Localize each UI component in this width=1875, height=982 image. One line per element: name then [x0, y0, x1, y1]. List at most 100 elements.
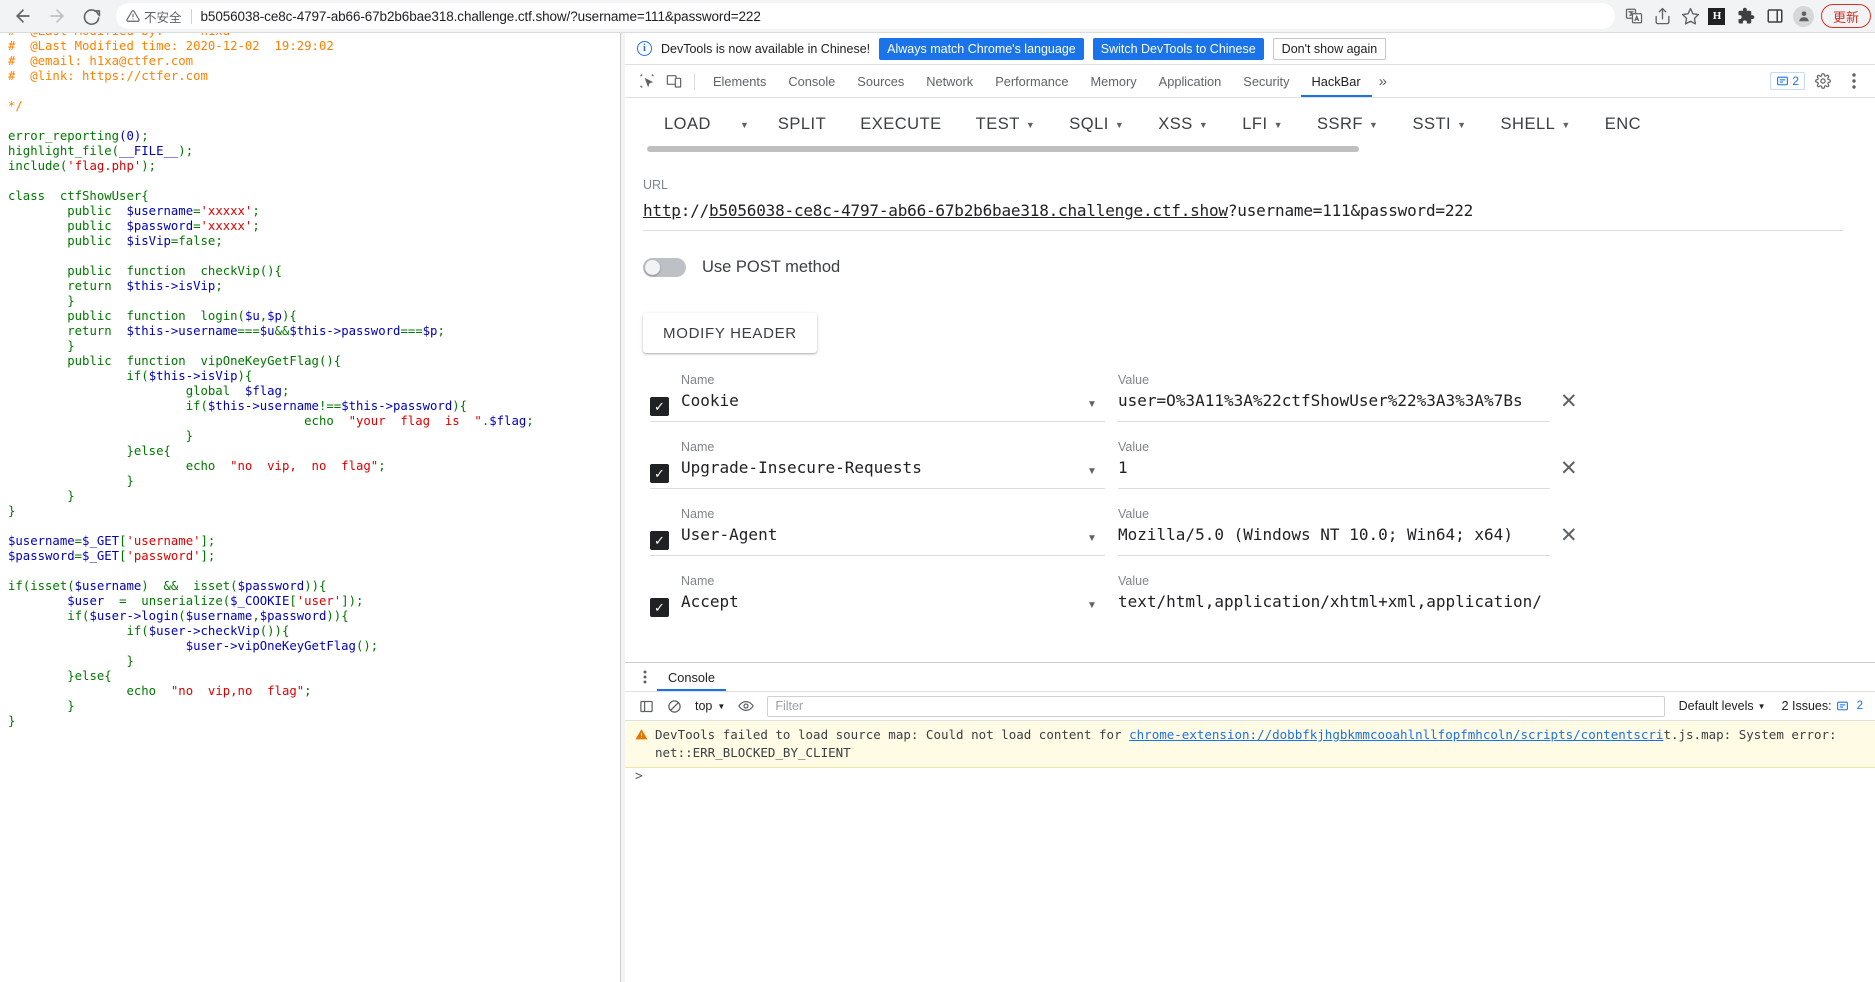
header-enabled-checkbox[interactable]: ✓ — [650, 531, 669, 550]
star-icon[interactable] — [1677, 4, 1704, 28]
hackbar-toolbar: LOAD ▼ SPLIT EXECUTE TEST ▼ SQLI ▼ XSS ▼ LF… — [625, 98, 1875, 151]
chevron-down-icon: ▼ — [1561, 119, 1571, 130]
header-row: Name Value ✓ Accept ▼ text/html,applicat… — [625, 574, 1875, 641]
console-warning-message[interactable]: DevTools failed to load source map: Coul… — [625, 721, 1875, 768]
header-name-input[interactable]: Accept — [681, 592, 739, 611]
share-icon[interactable] — [1649, 4, 1676, 28]
update-button[interactable]: 更新 — [1820, 4, 1871, 28]
chevron-down-icon: ▼ — [1198, 119, 1209, 130]
console-levels-selector[interactable]: Default levels ▼ — [1673, 699, 1772, 713]
hackbar-url-input[interactable]: http://b5056038-ce8c-4797-ab66-67b2b6bae… — [643, 201, 1865, 220]
header-value-input[interactable]: text/html,application/xhtml+xml,applicat… — [1118, 592, 1548, 611]
tab-sources[interactable]: Sources — [846, 65, 915, 97]
hackbar-execute-button[interactable]: EXECUTE — [843, 105, 958, 145]
extensions-puzzle-icon[interactable] — [1733, 3, 1759, 29]
hackbar-test-button[interactable]: TEST ▼ — [959, 105, 1053, 145]
url-scheme: http — [643, 201, 681, 220]
chevron-down-icon[interactable]: ▼ — [1087, 533, 1097, 544]
kebab-menu-icon[interactable] — [1840, 69, 1867, 93]
console-issues-label: 2 Issues: — [1781, 699, 1832, 713]
devtools-tabstrip-actions: 2 — [1770, 69, 1875, 93]
tab-elements[interactable]: Elements — [702, 65, 777, 97]
console-issues-count: 2 — [1856, 700, 1863, 712]
translate-icon[interactable] — [1621, 4, 1648, 28]
profile-avatar-icon[interactable] — [1791, 3, 1817, 29]
header-value-input[interactable]: Mozilla/5.0 (Windows NT 10.0; Win64; x64… — [1118, 525, 1548, 544]
hackbar-enc-button[interactable]: ENC — [1588, 105, 1658, 145]
hackbar-load-button[interactable]: LOAD — [647, 105, 728, 145]
tab-hackbar[interactable]: HackBar — [1301, 65, 1372, 97]
tab-console[interactable]: Console — [777, 65, 846, 97]
hackbar-ssrf-label: SSRF — [1317, 115, 1364, 133]
warning-link[interactable]: chrome-extension://dobbfkjhgbkmmcooahlnl… — [1129, 727, 1663, 742]
console-filter-input[interactable]: Filter — [767, 695, 1665, 717]
header-name-input[interactable]: Upgrade-Insecure-Requests — [681, 458, 922, 477]
header-enabled-checkbox[interactable]: ✓ — [650, 397, 669, 416]
header-value-underline — [1118, 555, 1550, 556]
header-name-input[interactable]: User-Agent — [681, 525, 777, 544]
chevron-down-icon[interactable]: ▼ — [1087, 399, 1097, 410]
hackbar-toolbar-scrollbar[interactable] — [647, 146, 1875, 152]
hackbar-extension-icon[interactable]: H — [1704, 3, 1730, 29]
console-issues-summary[interactable]: 2 Issues: 2 — [1774, 699, 1867, 713]
console-context-label: top — [695, 699, 713, 713]
drawer-tab-console[interactable]: Console — [657, 663, 726, 691]
always-match-language-button[interactable]: Always match Chrome's language — [879, 37, 1084, 60]
use-post-method-label: Use POST method — [702, 258, 841, 276]
side-panel-icon[interactable] — [1762, 3, 1788, 29]
hackbar-lfi-label: LFI — [1242, 115, 1268, 133]
tab-memory[interactable]: Memory — [1079, 65, 1147, 97]
hackbar-shell-button[interactable]: SHELL ▼ — [1484, 105, 1588, 145]
hackbar-ssti-button[interactable]: SSTI ▼ — [1395, 105, 1483, 145]
address-bar[interactable]: 不安全 b5056038-ce8c-4797-ab66-67b2b6bae318… — [116, 3, 1615, 29]
header-enabled-checkbox[interactable]: ✓ — [650, 598, 669, 617]
close-icon[interactable]: ✕ — [1560, 391, 1578, 412]
header-name-label: Name — [681, 574, 715, 588]
page-content: # @Last Modified by: h1xa # @Last Modifi… — [0, 33, 620, 982]
console-context-selector[interactable]: top ▼ — [689, 695, 731, 717]
url-text[interactable]: b5056038-ce8c-4797-ab66-67b2b6bae318.cha… — [201, 9, 761, 24]
security-warning[interactable]: 不安全 — [126, 7, 182, 26]
hackbar-toolbar-scroll-thumb[interactable] — [647, 146, 1359, 152]
tab-application[interactable]: Application — [1148, 65, 1233, 97]
header-value-underline — [1118, 488, 1550, 489]
hackbar-ssrf-button[interactable]: SSRF ▼ — [1300, 105, 1395, 145]
header-value-input[interactable]: user=O%3A11%3A%22ctfShowUser%22%3A3%3A%7… — [1118, 391, 1548, 410]
modify-header-button[interactable]: MODIFY HEADER — [643, 313, 817, 353]
switch-to-chinese-button[interactable]: Switch DevTools to Chinese — [1092, 37, 1264, 60]
url-field-underline — [643, 230, 1843, 231]
dont-show-again-button[interactable]: Don't show again — [1272, 37, 1387, 60]
tab-security[interactable]: Security — [1232, 65, 1300, 97]
device-toolbar-icon[interactable] — [660, 69, 687, 93]
console-sidebar-icon[interactable] — [633, 694, 659, 718]
tab-performance[interactable]: Performance — [984, 65, 1079, 97]
header-enabled-checkbox[interactable]: ✓ — [650, 464, 669, 483]
header-name-input[interactable]: Cookie — [681, 391, 739, 410]
hackbar-xss-button[interactable]: XSS ▼ — [1141, 105, 1225, 145]
drawer-menu-icon[interactable] — [633, 670, 657, 684]
close-icon[interactable]: ✕ — [1560, 525, 1578, 546]
header-value-input[interactable]: 1 — [1118, 458, 1548, 477]
gear-icon[interactable] — [1809, 69, 1836, 93]
tab-overflow-icon[interactable]: » — [1372, 65, 1394, 97]
issues-badge[interactable]: 2 — [1770, 72, 1805, 90]
hackbar-lfi-button[interactable]: LFI ▼ — [1225, 105, 1300, 145]
back-arrow-icon[interactable] — [6, 2, 40, 30]
chevron-down-icon[interactable]: ▼ — [1087, 600, 1097, 611]
inspect-element-icon[interactable] — [633, 69, 660, 93]
forward-arrow-icon[interactable] — [40, 2, 74, 30]
header-name-underline — [650, 555, 1105, 556]
use-post-method-toggle[interactable] — [643, 258, 686, 277]
chevron-down-icon[interactable]: ▼ — [1087, 466, 1097, 477]
header-value-label: Value — [1118, 507, 1150, 521]
console-input-prompt[interactable]: > — [635, 769, 643, 784]
live-expression-eye-icon[interactable] — [733, 694, 759, 718]
hackbar-sqli-label: SQLI — [1069, 115, 1109, 133]
hackbar-split-button[interactable]: SPLIT — [761, 105, 843, 145]
hackbar-load-caret-icon[interactable]: ▼ — [728, 105, 761, 145]
tab-network[interactable]: Network — [915, 65, 984, 97]
reload-icon[interactable] — [74, 2, 108, 30]
close-icon[interactable]: ✕ — [1560, 458, 1578, 479]
clear-console-icon[interactable] — [661, 694, 687, 718]
hackbar-sqli-button[interactable]: SQLI ▼ — [1052, 105, 1141, 145]
